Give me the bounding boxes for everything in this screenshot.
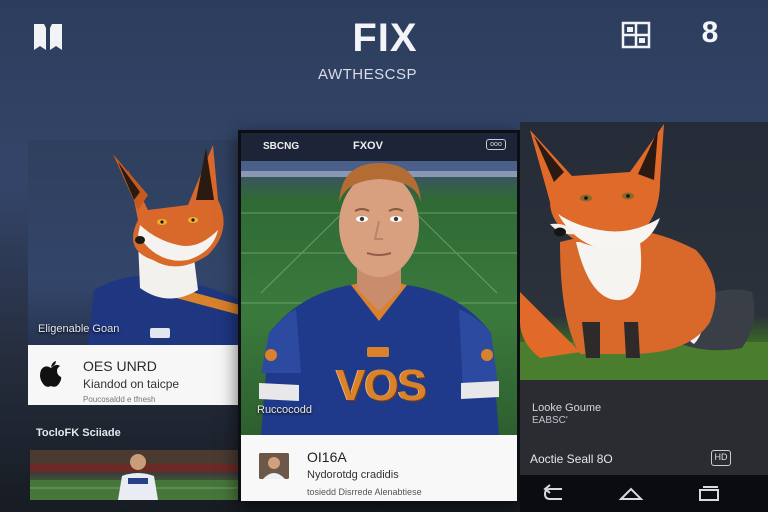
right-info-panel[interactable]: Looke Goume EABSC' Aoctie Seall 8O HD bbox=[520, 380, 768, 475]
center-info-detail: tosiedd Disrrede Alenabtiese bbox=[307, 487, 422, 497]
app-title: FIX bbox=[352, 16, 418, 60]
grid-icon[interactable] bbox=[620, 20, 652, 50]
scoreboard-center-label: FXOV bbox=[353, 140, 383, 152]
center-info-panel[interactable]: OI16A Nydorotdg cradidis tosiedd Disrred… bbox=[241, 435, 517, 501]
center-info-title: OI16A bbox=[307, 449, 347, 465]
left-info-detail: Poucosaldd e tfnesh bbox=[83, 395, 156, 404]
left-card-caption: Eligenable Goan bbox=[38, 323, 120, 335]
right-info-detail: Aoctie Seall 8O bbox=[530, 452, 613, 466]
right-info-title: Looke Goume bbox=[532, 402, 602, 414]
jersey-lettering: VOS bbox=[336, 361, 427, 410]
apple-icon bbox=[38, 360, 64, 388]
fox-portrait-image bbox=[28, 140, 240, 345]
book-logo-icon[interactable] bbox=[30, 20, 66, 52]
left-card[interactable]: Eligenable Goan OES UNRD Kiandod on taic… bbox=[28, 140, 240, 510]
left-info-title: OES UNRD bbox=[83, 358, 157, 374]
back-icon[interactable] bbox=[542, 483, 568, 505]
featured-player-card[interactable]: SBCNG FXOV ooo VOS Ruccocodd OI16A Nydor… bbox=[238, 130, 520, 502]
fox-sitting-image bbox=[520, 122, 768, 380]
stadium-thumbnail[interactable] bbox=[30, 450, 238, 500]
player-caption: Ruccocodd bbox=[257, 404, 313, 416]
left-section-title: TocloFK Sciiade bbox=[36, 427, 121, 439]
left-info-subtitle: Kiandod on taicpe bbox=[83, 377, 180, 391]
hd-badge-icon[interactable]: HD bbox=[711, 450, 731, 466]
home-icon[interactable] bbox=[618, 483, 644, 505]
center-info-subtitle: Nydorotdg cradidis bbox=[307, 469, 399, 481]
recents-icon[interactable] bbox=[696, 483, 722, 505]
notification-count[interactable]: 8 bbox=[690, 16, 730, 50]
scoreboard-left-label: SBCNG bbox=[263, 141, 300, 152]
system-nav-bar bbox=[520, 475, 768, 512]
player-avatar bbox=[259, 453, 289, 479]
app-subtitle: AWTHESCSP bbox=[318, 66, 417, 83]
right-info-subtitle: EABSC' bbox=[532, 415, 568, 426]
scoreboard-badge: ooo bbox=[486, 139, 506, 150]
left-info-panel[interactable]: OES UNRD Kiandod on taicpe Poucosaldd e … bbox=[28, 345, 238, 405]
right-card[interactable]: Looke Goume EABSC' Aoctie Seall 8O HD bbox=[520, 122, 768, 512]
